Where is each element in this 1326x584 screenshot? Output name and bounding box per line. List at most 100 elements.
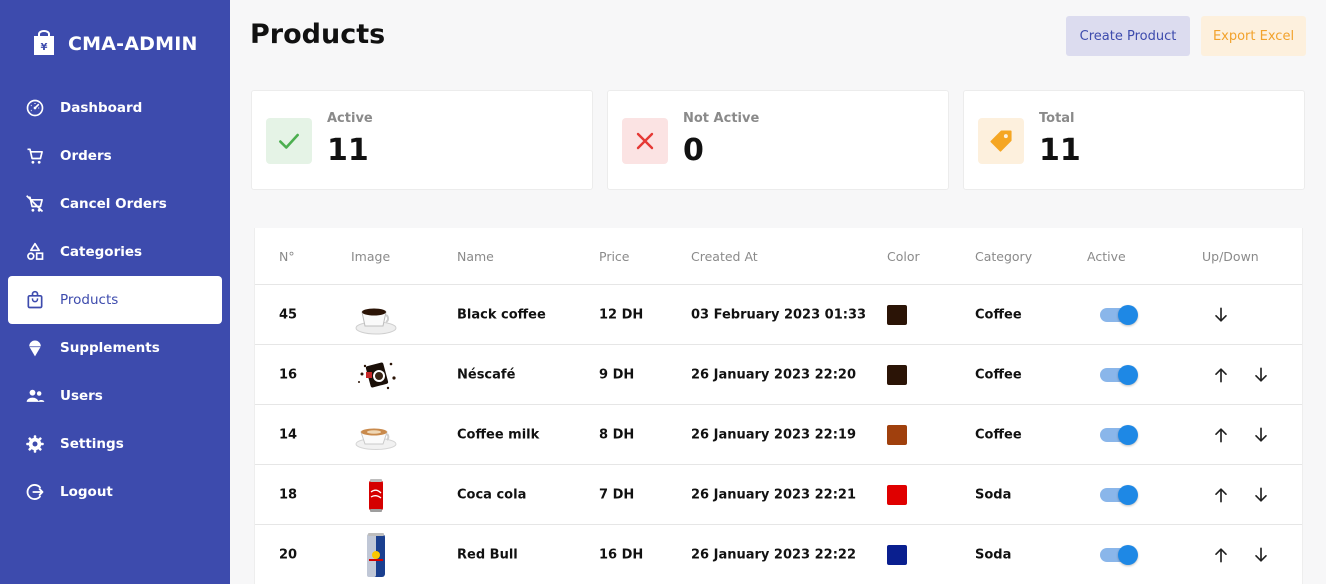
sidebar-item-label: Cancel Orders xyxy=(60,196,167,212)
cell-price: 9 DH xyxy=(599,367,635,382)
cell-name: Red Bull xyxy=(457,547,518,562)
cell-created-at: 26 January 2023 22:21 xyxy=(691,487,857,502)
table-row[interactable]: 16 Néscafé 9 DH 26 January 2023 22:20 Co… xyxy=(255,345,1302,405)
arrow-up-icon[interactable] xyxy=(1210,424,1232,446)
cart-icon xyxy=(24,145,46,167)
cell-created-at: 26 January 2023 22:20 xyxy=(691,367,857,382)
active-toggle[interactable] xyxy=(1100,484,1138,505)
toggle-knob xyxy=(1118,424,1138,445)
table-row[interactable]: 20 Red Bull 16 DH 26 January 2023 22:22 … xyxy=(255,525,1302,584)
cell-price: 12 DH xyxy=(599,307,644,322)
column-header-color[interactable]: Color xyxy=(887,249,920,264)
cell-name: Black coffee xyxy=(457,307,546,322)
stat-value: 11 xyxy=(327,133,369,168)
svg-text:¥: ¥ xyxy=(41,42,48,53)
sidebar-item-dashboard[interactable]: Dashboard xyxy=(8,84,222,132)
toggle-knob xyxy=(1118,544,1138,565)
shapes-icon xyxy=(24,241,46,263)
toggle-knob xyxy=(1118,484,1138,505)
sidebar-item-orders[interactable]: Orders xyxy=(8,132,222,180)
cell-number: 14 xyxy=(279,427,298,442)
coffee-milk-image xyxy=(353,412,399,458)
arrow-down-icon[interactable] xyxy=(1250,544,1272,566)
toggle-knob xyxy=(1118,304,1138,325)
active-toggle[interactable] xyxy=(1100,424,1138,445)
arrow-down-icon[interactable] xyxy=(1250,484,1272,506)
sidebar-item-label: Orders xyxy=(60,148,112,164)
stat-card-total: Total 11 xyxy=(963,90,1305,190)
cell-category: Coffee xyxy=(975,367,1022,382)
active-toggle[interactable] xyxy=(1100,364,1138,385)
column-header-created-at[interactable]: Created At xyxy=(691,249,758,264)
sidebar-item-supplements[interactable]: Supplements xyxy=(8,324,222,372)
arrow-up-icon[interactable] xyxy=(1210,364,1232,386)
cell-name: Coca cola xyxy=(457,487,527,502)
active-toggle[interactable] xyxy=(1100,304,1138,325)
sidebar-item-label: Supplements xyxy=(60,340,160,356)
sidebar: ¥ CMA-ADMIN Dashboard Orders Cancel Orde… xyxy=(0,0,230,584)
stat-label: Active xyxy=(327,111,373,126)
sidebar-item-products[interactable]: Products xyxy=(8,276,222,324)
cell-number: 45 xyxy=(279,307,298,322)
create-product-button[interactable]: Create Product xyxy=(1066,16,1190,56)
cell-category: Coffee xyxy=(975,427,1022,442)
color-swatch xyxy=(887,304,907,325)
arrow-down-icon[interactable] xyxy=(1250,424,1272,446)
arrow-down-icon[interactable] xyxy=(1250,364,1272,386)
cell-category: Soda xyxy=(975,487,1012,502)
cell-name: Coffee milk xyxy=(457,427,540,442)
column-header-name[interactable]: Name xyxy=(457,249,494,264)
cell-number: 16 xyxy=(279,367,298,382)
shopping-bag-icon xyxy=(24,289,46,311)
cell-category: Soda xyxy=(975,547,1012,562)
table-row[interactable]: 14 Coffee milk 8 DH 26 January 2023 22:1… xyxy=(255,405,1302,465)
sidebar-item-users[interactable]: Users xyxy=(8,372,222,420)
arrow-up-icon[interactable] xyxy=(1210,484,1232,506)
cell-category: Coffee xyxy=(975,307,1022,322)
sidebar-item-settings[interactable]: Settings xyxy=(8,420,222,468)
arrow-down-icon[interactable] xyxy=(1210,304,1232,326)
cart-off-icon xyxy=(24,193,46,215)
nescafe-image xyxy=(353,352,399,398)
stat-card-not-active: Not Active 0 xyxy=(607,90,949,190)
brand[interactable]: ¥ CMA-ADMIN xyxy=(30,26,198,62)
sidebar-item-logout[interactable]: Logout xyxy=(8,468,222,516)
close-icon xyxy=(622,118,668,164)
coca-cola-image xyxy=(353,472,399,518)
sidebar-item-label: Categories xyxy=(60,244,143,260)
sidebar-item-label: Products xyxy=(60,292,119,308)
column-header-up-down[interactable]: Up/Down xyxy=(1202,249,1259,264)
cell-name: Néscafé xyxy=(457,367,516,382)
cell-number: 18 xyxy=(279,487,298,502)
price-tag-icon xyxy=(978,118,1024,164)
arrow-up-icon[interactable] xyxy=(1210,544,1232,566)
shopping-bag-yen-icon: ¥ xyxy=(30,30,58,58)
cell-created-at: 26 January 2023 22:19 xyxy=(691,427,857,442)
ice-cream-icon xyxy=(24,337,46,359)
stat-label: Total xyxy=(1039,111,1075,126)
red-bull-image xyxy=(353,532,399,578)
gear-icon xyxy=(24,433,46,455)
column-header-active[interactable]: Active xyxy=(1087,249,1126,264)
column-header-category[interactable]: Category xyxy=(975,249,1032,264)
sidebar-item-label: Settings xyxy=(60,436,124,452)
page-title: Products xyxy=(250,19,386,50)
sidebar-item-categories[interactable]: Categories xyxy=(8,228,222,276)
sidebar-nav: Dashboard Orders Cancel Orders Categorie… xyxy=(8,84,222,516)
table-row[interactable]: 18 Coca cola 7 DH 26 January 2023 22:21 … xyxy=(255,465,1302,525)
sidebar-item-cancel-orders[interactable]: Cancel Orders xyxy=(8,180,222,228)
products-table: N° Image Name Price Created At Color Cat… xyxy=(254,228,1303,584)
users-icon xyxy=(24,385,46,407)
toggle-knob xyxy=(1118,364,1138,385)
cell-price: 8 DH xyxy=(599,427,635,442)
column-header-price[interactable]: Price xyxy=(599,249,630,264)
cell-created-at: 03 February 2023 01:33 xyxy=(691,307,867,322)
sidebar-item-label: Dashboard xyxy=(60,100,143,116)
brand-name: CMA-ADMIN xyxy=(68,33,198,55)
active-toggle[interactable] xyxy=(1100,544,1138,565)
column-header-number[interactable]: N° xyxy=(279,249,295,264)
column-header-image[interactable]: Image xyxy=(351,249,390,264)
table-row[interactable]: 45 Black coffee 12 DH 03 February 2023 0… xyxy=(255,285,1302,345)
export-excel-button[interactable]: Export Excel xyxy=(1201,16,1306,56)
speedometer-icon xyxy=(24,97,46,119)
